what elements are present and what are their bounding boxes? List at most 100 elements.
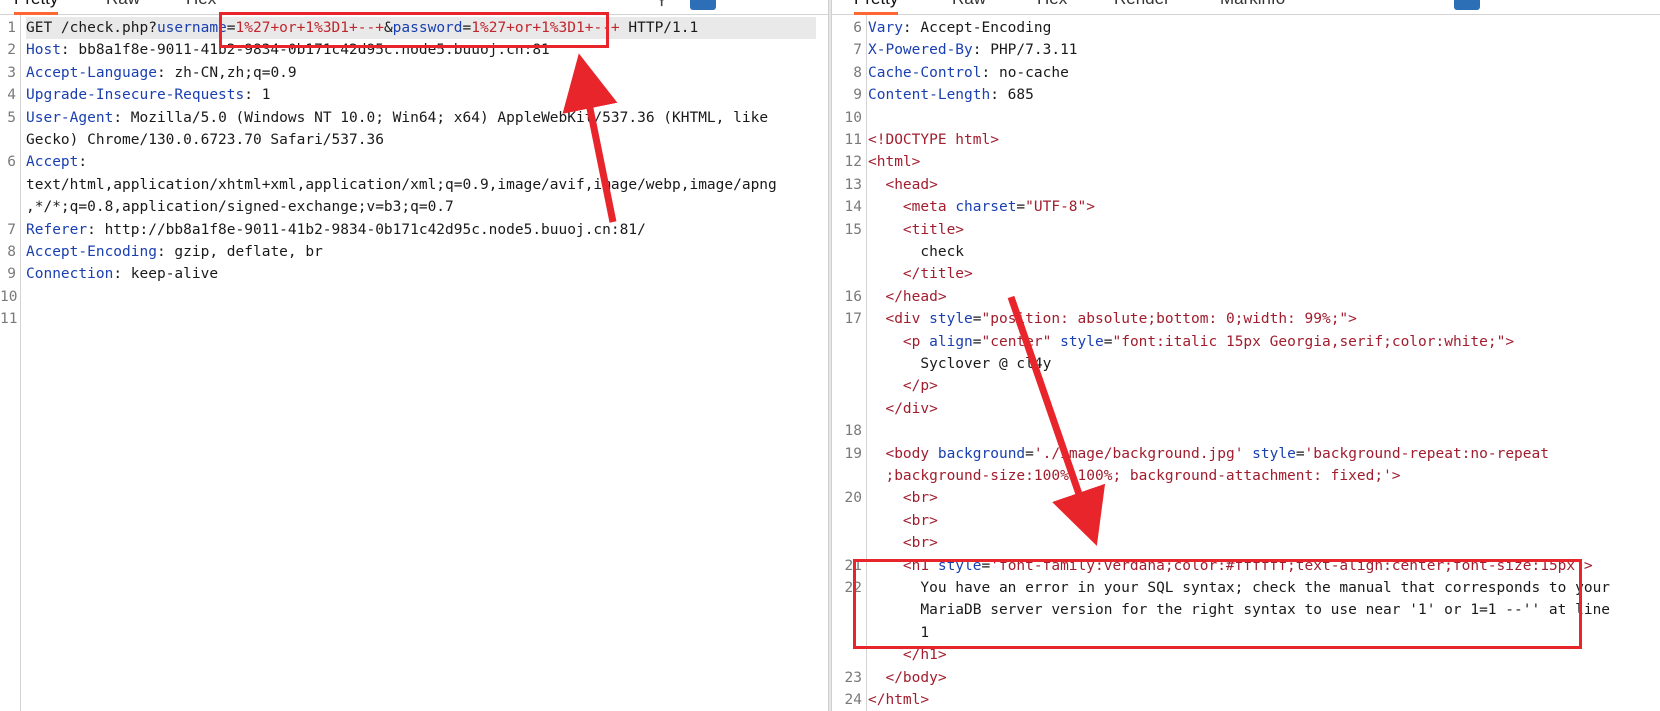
code-line: <head> [868, 174, 937, 196]
code-token: Connection [26, 266, 114, 283]
code-token: </h1> [902, 647, 947, 664]
code-token: <br> [902, 512, 938, 529]
line-number: 5 [7, 109, 16, 126]
code-line: ;background-size:100% 100%; background-a… [868, 465, 1401, 487]
request-editor[interactable]: 1 2 3 4 5 6 7 8 9 10 11 GET /check.php?username=1%… [0, 15, 828, 711]
line-number [832, 263, 862, 285]
line-number: 9 [7, 266, 16, 283]
code-line: Cache-Control: no-cache [868, 62, 1069, 84]
code-token: > [1086, 199, 1095, 216]
code-line: <p align="center" style="font:italic 15p… [868, 331, 1514, 353]
code-token: : PHP/7.3.11 [972, 42, 1078, 59]
tab-pretty[interactable]: Pretty [854, 0, 899, 15]
code-token: </html> [868, 692, 930, 708]
tab-hex[interactable]: Hex [186, 0, 216, 12]
line-number: 10 [844, 109, 862, 126]
line-number: 12 [844, 154, 862, 171]
code-line: text/html,application/xhtml+xml,applicat… [26, 174, 777, 196]
code-token: : keep-alive [113, 266, 219, 283]
code-token: : Accept-Encoding [902, 20, 1052, 36]
code-token: Syclover @ cl4y [868, 356, 1052, 372]
line-number: 20 [844, 490, 862, 507]
line-number: 6 [7, 154, 16, 171]
code-token: </head> [885, 288, 947, 305]
code-token: = [1025, 445, 1034, 462]
code-line: User-Agent: Mozilla/5.0 (Windows NT 10.0… [26, 107, 768, 129]
code-token: './image/background.jpg' [1033, 445, 1244, 462]
code-line: X-Powered-By: PHP/7.3.11 [868, 39, 1078, 61]
request-line-numbers: 1 2 3 4 5 6 7 8 9 10 11 [0, 15, 21, 711]
code-line: check [868, 241, 964, 263]
code-token: : 685 [990, 87, 1034, 104]
line-number: 23 [844, 669, 862, 686]
line-number: 17 [844, 311, 862, 328]
line-number: 24 [844, 692, 862, 708]
code-token: GET /check.php? [26, 20, 157, 36]
line-number [0, 174, 16, 196]
code-token: <br> [902, 490, 938, 507]
code-token: Host [26, 42, 61, 59]
code-token: > [1505, 333, 1515, 350]
code-line: <!DOCTYPE html> [868, 129, 999, 151]
line-number: 16 [844, 288, 862, 305]
code-line: Content-Length: 685 [868, 84, 1034, 106]
line-number: 7 [853, 42, 862, 59]
code-token: Upgrade-Insecure-Requests [26, 87, 245, 104]
tab-hex[interactable]: Hex [1037, 0, 1067, 12]
code-token: text/html,application/xhtml+xml,applicat… [26, 176, 777, 193]
line-number: 6 [853, 20, 862, 36]
line-number: 8 [7, 244, 16, 260]
code-line: Gecko) Chrome/130.0.6723.70 Safari/537.3… [26, 129, 384, 151]
response-tabbar: Pretty Raw Hex Render Markinfo [832, 0, 1660, 15]
tab-raw[interactable]: Raw [106, 0, 140, 12]
code-token: username [156, 20, 227, 36]
highlight-box-error [853, 559, 1582, 649]
options-button[interactable] [690, 0, 716, 10]
options-button[interactable] [1454, 0, 1480, 10]
tab-pretty[interactable]: Pretty [14, 0, 59, 15]
tab-raw[interactable]: Raw [952, 0, 986, 12]
code-token: "UTF-8" [1025, 199, 1087, 216]
code-token: = [972, 333, 982, 350]
code-token: ;background-size:100% 100%; background-a… [885, 468, 1392, 484]
code-line: <meta charset="UTF-8"> [868, 196, 1095, 218]
code-token: style [1060, 333, 1104, 350]
code-token: = [972, 311, 982, 328]
code-token: Content-Length [868, 87, 991, 104]
tab-render[interactable]: Render [1114, 0, 1170, 12]
code-line: Referer: http://bb8a1f8e-9011-41b2-9834-… [26, 219, 646, 241]
code-token: > [1348, 311, 1357, 328]
code-token: = [1295, 445, 1305, 462]
code-token: Accept [26, 154, 79, 171]
code-line: </html> [868, 689, 929, 711]
code-line: <br> [868, 510, 938, 532]
code-token: <title> [902, 221, 965, 238]
code-line: <div style="position: absolute;bottom: 0… [868, 308, 1357, 330]
code-line: <body background='./image/background.jpg… [868, 443, 1549, 465]
code-token: <meta [902, 199, 956, 216]
code-token: > [1391, 468, 1401, 484]
tab-markinfo[interactable]: Markinfo [1220, 0, 1285, 12]
line-number: 3 [7, 64, 16, 81]
code-line: ,*/*;q=0.8,application/signed-exchange;v… [26, 196, 454, 218]
line-number: 11 [844, 132, 862, 148]
search-icon[interactable]: ⚲ [655, 0, 668, 9]
line-number: 8 [853, 64, 862, 81]
code-token: : 1 [244, 87, 271, 104]
code-token: <!DOCTYPE html> [868, 132, 999, 148]
line-number [0, 129, 16, 151]
code-token: </body> [885, 669, 947, 686]
